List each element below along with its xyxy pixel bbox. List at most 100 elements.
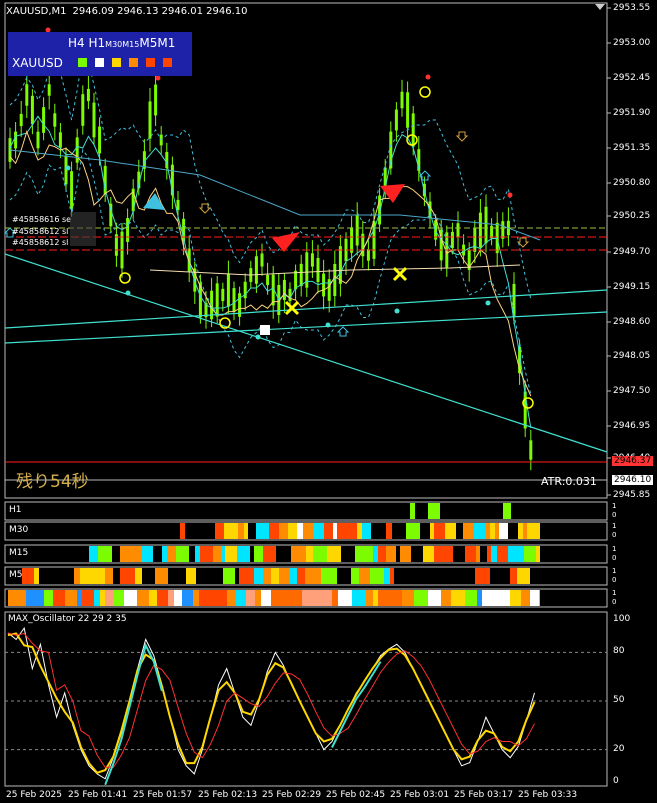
heat-segment <box>317 568 321 584</box>
order-label-3[interactable]: #45858612 sl <box>12 238 68 247</box>
heat-segment <box>31 590 44 606</box>
candle-body <box>355 214 359 246</box>
price-tick-label: 2952.45 <box>613 73 651 83</box>
time-tick-label: 25 Feb 2025 <box>6 790 63 800</box>
heat-segment <box>238 523 244 539</box>
tf-status-square <box>78 58 87 67</box>
candle-body <box>473 228 477 252</box>
heat-segment <box>490 568 495 584</box>
tf-status-square <box>163 58 172 67</box>
heat-segment <box>261 590 271 606</box>
heat-segment <box>539 590 540 606</box>
heat-segment <box>448 546 453 562</box>
heat-segment <box>196 568 209 584</box>
heat-segment <box>137 590 144 606</box>
heat-segment <box>8 590 13 606</box>
heat-segment <box>157 590 168 606</box>
symbol-timeframe: XAUUSD,M1 <box>6 6 67 17</box>
heat-segment <box>497 546 508 562</box>
order-label-2[interactable]: #45858612 sl <box>12 227 68 236</box>
heat-segment <box>333 568 337 584</box>
candle-body <box>366 249 370 261</box>
candle-body <box>154 84 158 116</box>
heat-segment <box>34 568 39 584</box>
high-dot <box>507 192 513 198</box>
mtf-scale-bottom: 0 <box>612 598 617 606</box>
price-tick-label: 2953.55 <box>613 3 651 13</box>
heat-segment <box>463 568 475 584</box>
mtf-panel-label: H1 <box>9 505 22 515</box>
candle-body <box>148 101 152 139</box>
heat-segment <box>532 523 537 539</box>
candle-body <box>478 212 482 248</box>
heat-segment <box>342 590 352 606</box>
heat-segment <box>384 568 390 584</box>
heat-segment <box>153 546 162 562</box>
heat-segment <box>256 523 269 539</box>
heat-segment <box>428 590 441 606</box>
candle-body <box>215 283 219 317</box>
heat-segment <box>120 546 129 562</box>
heat-segment <box>324 523 333 539</box>
heat-segment <box>495 523 499 539</box>
heat-segment <box>167 546 176 562</box>
chart-dropdown-icon[interactable] <box>595 4 605 10</box>
candle-body <box>400 91 404 109</box>
heat-segment <box>453 546 465 562</box>
candle-body <box>36 131 40 149</box>
order-label-1[interactable]: #45858616 se <box>12 215 71 224</box>
heat-segment <box>341 546 349 562</box>
oscillator-signal-line <box>7 632 536 774</box>
heat-segment <box>135 568 142 584</box>
heat-segment <box>320 590 332 606</box>
tf-h1: H1 <box>88 36 106 50</box>
candle-body <box>98 126 102 154</box>
heat-segment <box>244 523 248 539</box>
heat-segment <box>365 546 373 562</box>
heat-segment <box>530 590 539 606</box>
candle-body <box>58 132 62 148</box>
candle-body <box>310 253 314 267</box>
heat-segment <box>49 568 59 584</box>
heat-segment <box>248 523 256 539</box>
heat-segment <box>517 568 530 584</box>
heat-segment <box>508 523 518 539</box>
bollinger-lower <box>9 148 532 395</box>
heat-segment <box>518 523 523 539</box>
pivot-dot <box>255 334 261 340</box>
trendline-up-2 <box>4 289 608 329</box>
heat-segment <box>406 523 420 539</box>
price-tick-label: 2945.85 <box>613 490 651 500</box>
heat-segment <box>510 590 521 606</box>
current-price-marker: 2946.10 <box>612 475 654 485</box>
heat-segment <box>434 523 445 539</box>
heat-segment <box>515 546 520 562</box>
heat-segment <box>279 523 288 539</box>
up-arrow <box>336 326 350 337</box>
time-tick-label: 25 Feb 02:29 <box>262 790 322 800</box>
oscillator-main-line <box>7 626 535 780</box>
candle-body <box>456 223 460 237</box>
oscillator-frame <box>4 611 608 787</box>
heat-segment <box>263 568 271 584</box>
heat-segment <box>250 546 254 562</box>
heat-segment <box>112 546 120 562</box>
heat-segment <box>303 523 313 539</box>
heat-segment <box>423 568 431 584</box>
candle-body <box>529 440 533 460</box>
heat-segment <box>465 546 476 562</box>
heat-segment <box>74 568 80 584</box>
heat-segment <box>490 523 495 539</box>
candle-body <box>338 246 342 284</box>
time-tick-label: 25 Feb 01:57 <box>133 790 193 800</box>
tf-h4: H4 <box>68 36 85 50</box>
time-tick-label: 25 Feb 03:17 <box>454 790 514 800</box>
pivot-dot <box>65 165 71 171</box>
down-arrow <box>455 131 469 142</box>
candle-body <box>47 84 51 96</box>
price-tick-label: 2949.70 <box>613 247 651 257</box>
chart-canvas[interactable] <box>0 0 657 803</box>
high-dot <box>155 75 161 81</box>
mtf-scale-top: 1 <box>612 567 617 575</box>
heat-segment <box>297 568 305 584</box>
